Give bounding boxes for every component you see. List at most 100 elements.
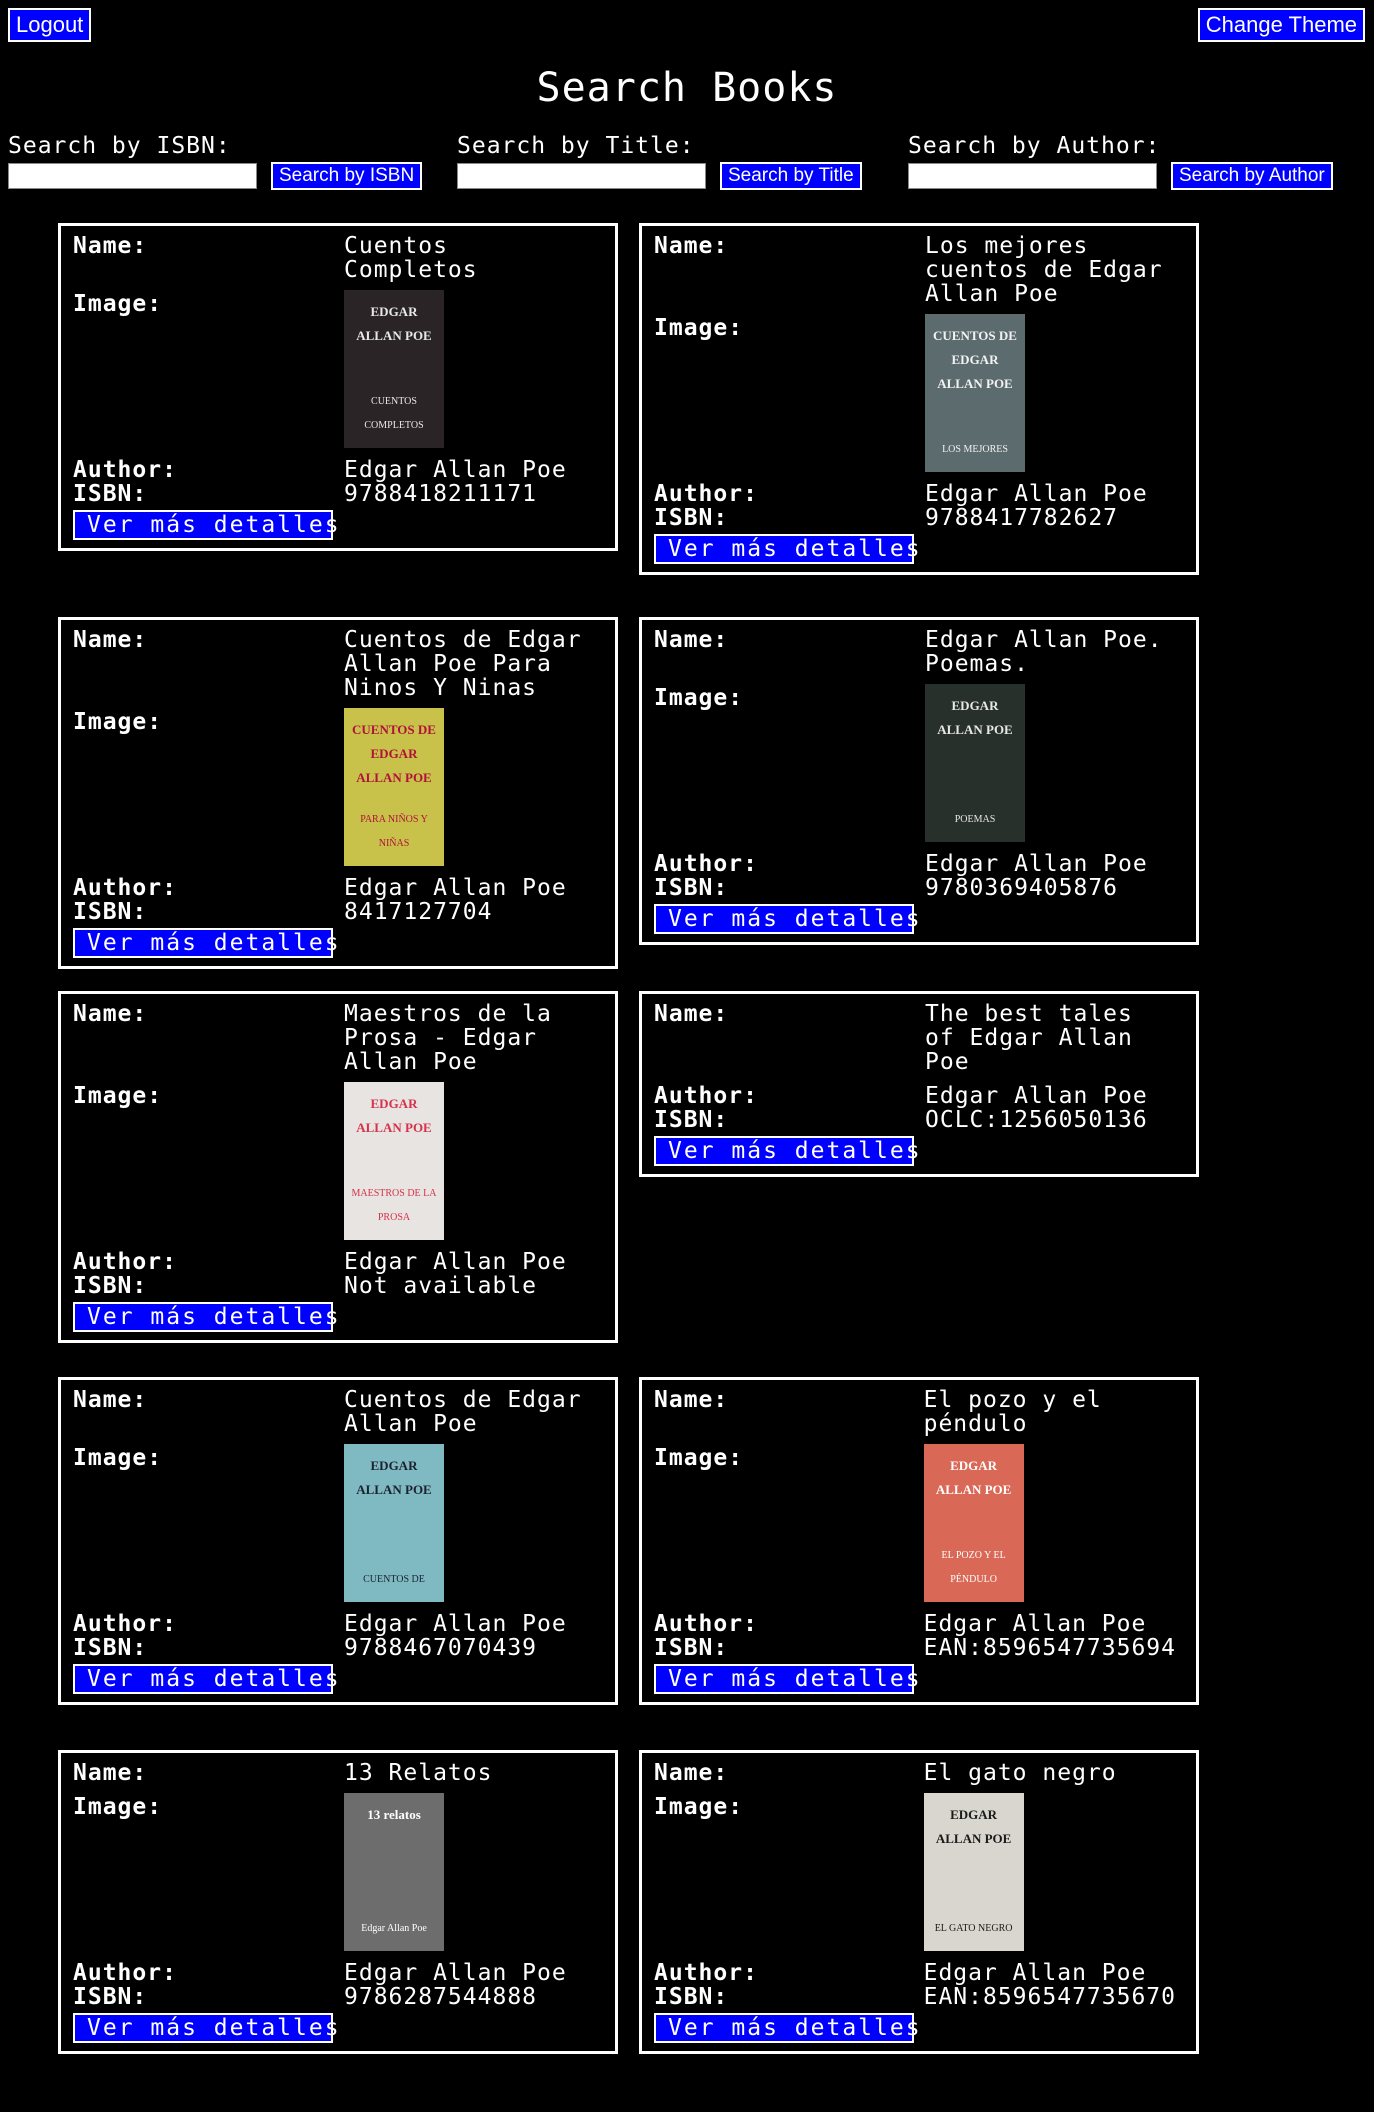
- book-card: Name: El gato negro Image: EDGAR ALLAN POE E…: [639, 1750, 1199, 2054]
- ver-mas-detalles-button[interactable]: Ver más detalles: [73, 1664, 339, 1694]
- name-label: Name:: [654, 627, 729, 653]
- author-label: Author:: [73, 1960, 177, 1986]
- book-name: Los mejores cuentos de Edgar Allan Poe: [925, 233, 1163, 307]
- cover-title: EDGAR ALLAN POE: [356, 1096, 432, 1135]
- book-cover-image: EDGAR ALLAN POE MAESTROS DE LA PROSA: [344, 1082, 444, 1240]
- ver-mas-detalles-button[interactable]: Ver más detalles: [654, 1664, 920, 1694]
- cover-subtitle: PARA NIÑOS Y NIÑAS: [360, 814, 428, 849]
- name-label: Name:: [73, 1387, 148, 1413]
- book-details: Name: El gato negro Image: EDGAR ALLAN POE E…: [654, 1761, 1184, 2009]
- author-label: Author:: [654, 481, 758, 507]
- cover-title: EDGAR ALLAN POE: [937, 698, 1013, 737]
- isbn-label: ISBN:: [73, 481, 148, 507]
- book-isbn: 9788417782627: [925, 505, 1119, 531]
- book-details: Name: Cuentos de Edgar Allan Poe Image: EDG…: [73, 1388, 603, 1660]
- search-isbn-input[interactable]: [8, 163, 257, 189]
- book-details: Name: Edgar Allan Poe. Poemas. Image: EDGAR…: [654, 628, 1184, 900]
- book-isbn: EAN:8596547735670: [923, 1984, 1176, 2010]
- book-author: Edgar Allan Poe: [925, 1083, 1148, 1109]
- logout-button[interactable]: Logout: [8, 8, 92, 42]
- book-isbn: 9780369405876: [925, 875, 1119, 901]
- ver-mas-detalles-button[interactable]: Ver más detalles: [73, 928, 339, 958]
- isbn-label: ISBN:: [654, 875, 729, 901]
- book-author: Edgar Allan Poe: [344, 457, 567, 483]
- name-label: Name:: [73, 1001, 148, 1027]
- author-label: Author:: [73, 875, 177, 901]
- book-card: Name: The best tales of Edgar Allan Poe Au…: [639, 991, 1199, 1177]
- author-label: Author:: [654, 851, 758, 877]
- book-card: Name: Cuentos de Edgar Allan Poe Para Nin…: [58, 617, 618, 969]
- book-author: Edgar Allan Poe: [925, 851, 1148, 877]
- book-details: Name: Cuentos Completos Image: EDGAR ALLAN …: [73, 234, 603, 506]
- image-label: Image:: [73, 709, 163, 735]
- cover-subtitle: Edgar Allan Poe: [361, 1923, 427, 1934]
- book-cover-image: CUENTOS DE EDGAR ALLAN POE PARA NIÑOS Y N…: [344, 708, 444, 866]
- book-card: Name: El pozo y el péndulo Image: EDGAR ALL…: [639, 1377, 1199, 1705]
- book-author: Edgar Allan Poe: [344, 1960, 567, 1986]
- cover-title: EDGAR ALLAN POE: [935, 1807, 1012, 1846]
- image-label: Image:: [654, 685, 744, 711]
- isbn-label: ISBN:: [73, 1635, 148, 1661]
- book-cover-image: EDGAR ALLAN POE POEMAS: [925, 684, 1025, 842]
- author-label: Author:: [654, 1083, 758, 1109]
- author-label: Author:: [654, 1611, 758, 1637]
- image-label: Image:: [73, 1445, 163, 1471]
- book-author: Edgar Allan Poe: [925, 481, 1148, 507]
- name-label: Name:: [654, 1760, 729, 1786]
- cover-title: EDGAR ALLAN POE: [935, 1458, 1012, 1497]
- book-isbn: EAN:8596547735694: [923, 1635, 1176, 1661]
- book-details: Name: The best tales of Edgar Allan Poe Au…: [654, 1002, 1184, 1132]
- cover-title: EDGAR ALLAN POE: [356, 1458, 432, 1497]
- book-name: Maestros de la Prosa - Edgar Allan Poe: [344, 1001, 552, 1075]
- name-label: Name:: [654, 233, 729, 259]
- book-details: Name: 13 Relatos Image: 13 relatos Edgar All…: [73, 1761, 603, 2009]
- name-label: Name:: [73, 233, 148, 259]
- image-label: Image:: [73, 1083, 163, 1109]
- book-card: Name: Los mejores cuentos de Edgar Allan …: [639, 223, 1199, 575]
- book-name: Cuentos Completos: [344, 233, 478, 283]
- isbn-label: ISBN:: [654, 1107, 729, 1133]
- book-card: Name: Maestros de la Prosa - Edgar Allan …: [58, 991, 618, 1343]
- name-label: Name:: [73, 627, 148, 653]
- image-label: Image:: [654, 1794, 744, 1820]
- author-label: Author:: [654, 1960, 758, 1986]
- search-isbn-button[interactable]: Search by ISBN: [271, 162, 423, 190]
- book-name: El pozo y el péndulo: [923, 1387, 1102, 1437]
- ver-mas-detalles-button[interactable]: Ver más detalles: [654, 534, 920, 564]
- book-cover-image: EDGAR ALLAN POE EL GATO NEGRO: [923, 1793, 1024, 1951]
- search-author-input[interactable]: [908, 163, 1157, 189]
- book-details: Name: Cuentos de Edgar Allan Poe Para Nin…: [73, 628, 603, 924]
- book-isbn: 9788467070439: [344, 1635, 538, 1661]
- book-author: Edgar Allan Poe: [923, 1611, 1147, 1637]
- book-author: Edgar Allan Poe: [344, 875, 567, 901]
- ver-mas-detalles-button[interactable]: Ver más detalles: [654, 2013, 920, 2043]
- image-label: Image:: [654, 315, 744, 341]
- book-cover-image: 13 relatos Edgar Allan Poe: [344, 1793, 444, 1951]
- search-author-button[interactable]: Search by Author: [1171, 162, 1333, 190]
- book-isbn: OCLC:1256050136: [925, 1107, 1148, 1133]
- isbn-label: ISBN:: [654, 505, 729, 531]
- book-cover-image: EDGAR ALLAN POE CUENTOS COMPLETOS: [344, 290, 444, 448]
- ver-mas-detalles-button[interactable]: Ver más detalles: [73, 510, 339, 540]
- search-title-button[interactable]: Search by Title: [720, 162, 862, 190]
- book-name: The best tales of Edgar Allan Poe: [925, 1001, 1133, 1075]
- cover-subtitle: EL GATO NEGRO: [934, 1923, 1013, 1934]
- author-label: Author:: [73, 1249, 177, 1275]
- search-title-input[interactable]: [457, 163, 706, 189]
- book-card: Name: Cuentos de Edgar Allan Poe Image: EDG…: [58, 1377, 618, 1705]
- isbn-label: ISBN:: [73, 1984, 148, 2010]
- change-theme-button[interactable]: Change Theme: [1197, 8, 1365, 42]
- isbn-label: ISBN:: [73, 1273, 148, 1299]
- cover-subtitle: EL POZO Y EL PÉNDULO: [941, 1550, 1006, 1585]
- ver-mas-detalles-button[interactable]: Ver más detalles: [654, 904, 920, 934]
- search-isbn-label: Search by ISBN:: [8, 133, 231, 159]
- book-details: Name: Los mejores cuentos de Edgar Allan …: [654, 234, 1184, 530]
- page-title: Search Books: [536, 65, 838, 111]
- ver-mas-detalles-button[interactable]: Ver más detalles: [73, 1302, 339, 1332]
- ver-mas-detalles-button[interactable]: Ver más detalles: [73, 2013, 339, 2043]
- book-author: Edgar Allan Poe: [923, 1960, 1147, 1986]
- book-cover-image: EDGAR ALLAN POE CUENTOS DE: [344, 1444, 444, 1602]
- ver-mas-detalles-button[interactable]: Ver más detalles: [654, 1136, 920, 1166]
- search-title-group: Search by Title: Search by Title: [457, 132, 862, 190]
- search-author-group: Search by Author: Search by Author: [908, 132, 1333, 190]
